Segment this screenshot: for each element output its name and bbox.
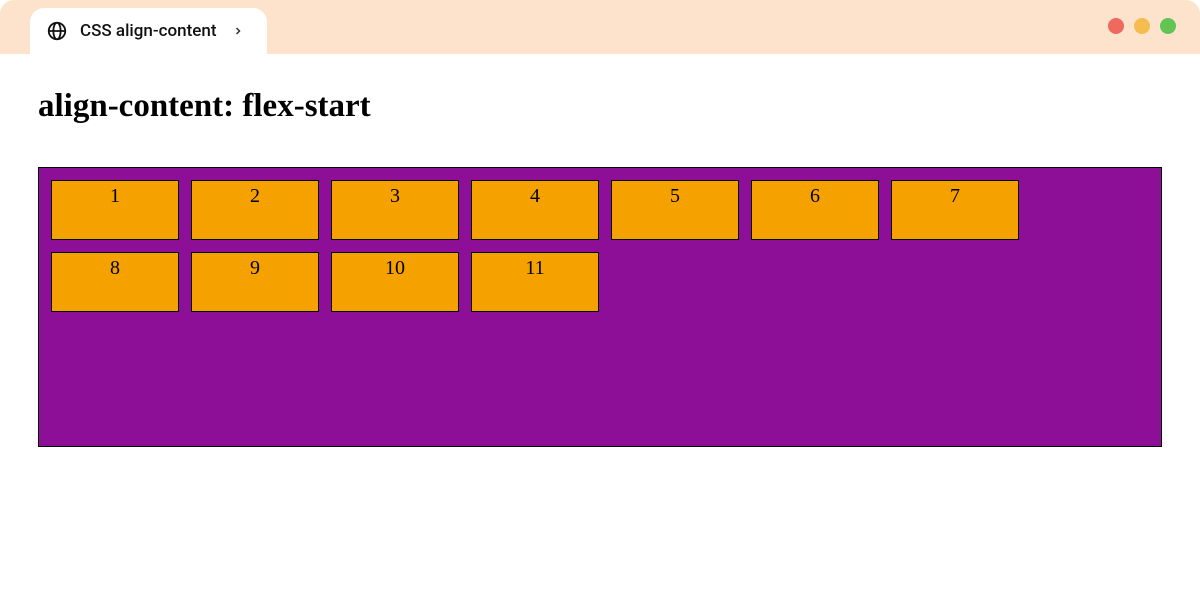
flex-item: 6 [751, 180, 879, 240]
flex-item: 10 [331, 252, 459, 312]
maximize-icon[interactable] [1160, 18, 1176, 34]
flex-item: 11 [471, 252, 599, 312]
flex-item: 3 [331, 180, 459, 240]
flex-item: 5 [611, 180, 739, 240]
tab-title: CSS align-content [80, 21, 217, 41]
page-content: align-content: flex-start 1 2 3 4 5 6 7 … [0, 54, 1200, 481]
minimize-icon[interactable] [1134, 18, 1150, 34]
close-icon[interactable] [1108, 18, 1124, 34]
flex-item: 1 [51, 180, 179, 240]
chevron-right-icon [231, 24, 245, 38]
globe-icon [46, 20, 68, 42]
flex-item: 2 [191, 180, 319, 240]
browser-tab[interactable]: CSS align-content [30, 8, 267, 54]
flex-item: 8 [51, 252, 179, 312]
flex-item: 7 [891, 180, 1019, 240]
flex-item: 9 [191, 252, 319, 312]
flex-item: 4 [471, 180, 599, 240]
browser-chrome: CSS align-content [0, 0, 1200, 54]
page-title: align-content: flex-start [38, 88, 1162, 125]
window-controls [1108, 18, 1176, 34]
flex-container: 1 2 3 4 5 6 7 8 9 10 11 [38, 167, 1162, 447]
